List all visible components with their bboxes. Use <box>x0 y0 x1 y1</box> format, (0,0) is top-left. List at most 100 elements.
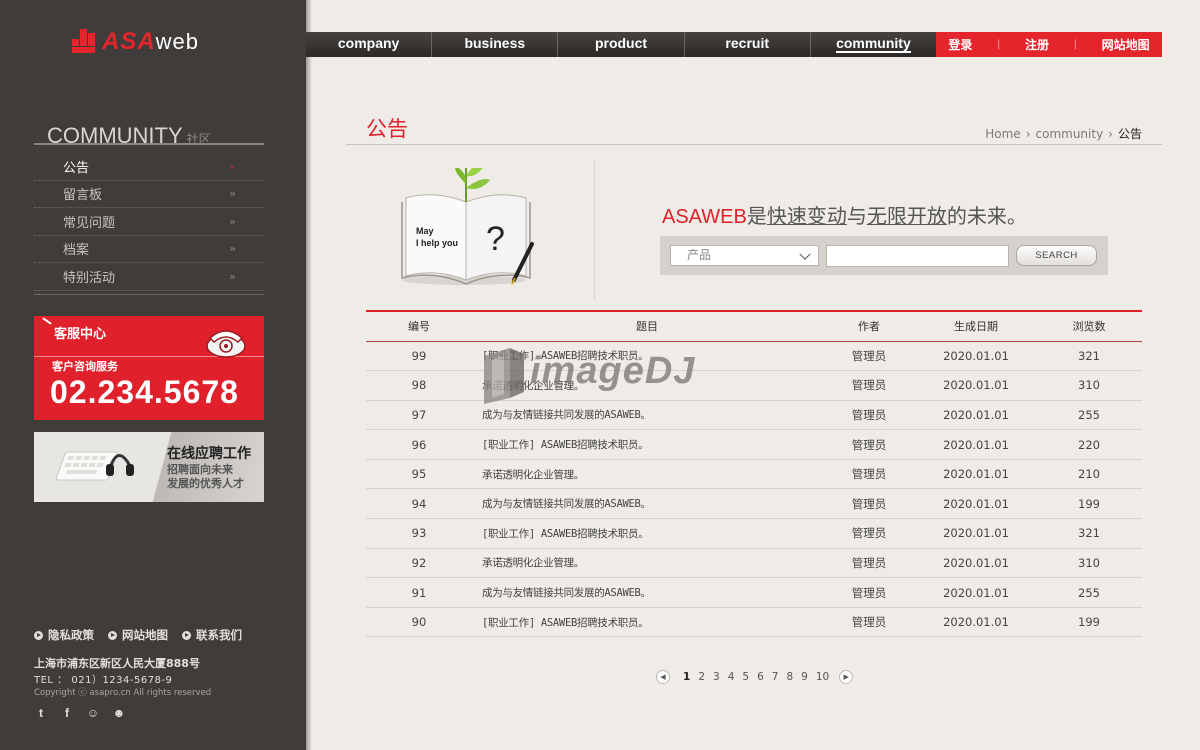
corner-mark-icon <box>42 317 52 325</box>
cell-views: 321 <box>1036 518 1142 549</box>
site-logo[interactable]: ASAweb <box>72 28 199 56</box>
robot-icon[interactable]: ☻ <box>112 706 126 720</box>
chevron-right-icon: › <box>229 159 234 173</box>
search-button[interactable]: SEARCH <box>1016 245 1097 266</box>
register-link[interactable]: 注册 <box>1025 36 1049 53</box>
chat-icon[interactable]: ☺ <box>86 706 100 720</box>
footer-tel: TEL ： 021）1234-5678-9 <box>34 675 173 686</box>
nav-item-0[interactable]: company <box>306 32 433 57</box>
table-row[interactable]: 98 承诺透明化企业管理。 管理员 2020.01.01 310 <box>366 370 1142 401</box>
page-number[interactable]: 3 <box>709 671 724 683</box>
breadcrumb-home[interactable]: Home <box>985 127 1020 141</box>
double-chevron-right-icon: ›› <box>229 187 236 201</box>
table-row[interactable]: 90 [职业工作] ASAWEB招聘技术职员。 管理员 2020.01.01 199 <box>366 607 1142 638</box>
login-link[interactable]: 登录 <box>948 36 972 53</box>
nav-item-2[interactable]: product <box>558 32 685 57</box>
page-number[interactable]: 8 <box>782 671 797 683</box>
nav-item-label: business <box>464 35 526 51</box>
customer-service-banner[interactable]: 客服中心 客户咨询服务 02.234.5678 <box>34 316 264 420</box>
cell-date: 2020.01.01 <box>916 459 1036 490</box>
nav-item-label: community <box>836 35 911 53</box>
cell-author: 管理员 <box>822 400 916 431</box>
sidebar-menu: 公告 › 留言板 ›› 常见问题 ›› 档案 ›› 特别活动 ›› <box>34 153 264 291</box>
title-divider <box>346 144 1162 145</box>
breadcrumb: Home › community › 公告 <box>985 125 1142 142</box>
cell-title[interactable]: 承诺透明化企业管理。 <box>472 459 822 490</box>
sidebar-item-1[interactable]: 留言板 ›› <box>34 181 264 208</box>
footer-address: 上海市浦东区新区人民大厦888号 <box>34 657 200 670</box>
customer-service-title: 客服中心 <box>54 327 107 342</box>
cell-date: 2020.01.01 <box>916 370 1036 401</box>
sidebar-item-3[interactable]: 档案 ›› <box>34 236 264 263</box>
cell-date: 2020.01.01 <box>916 577 1036 608</box>
search-input[interactable] <box>826 245 1009 267</box>
nav-item-label: recruit <box>725 35 769 51</box>
nav-item-label: company <box>337 35 400 51</box>
sidebar-item-4[interactable]: 特别活动 ›› <box>34 263 264 291</box>
col-header-number: 编号 <box>366 311 472 342</box>
page-number[interactable]: 6 <box>753 671 768 683</box>
facebook-icon[interactable]: f <box>60 706 74 720</box>
nav-separator: | <box>996 39 1001 50</box>
category-select[interactable]: 产品 <box>670 245 819 266</box>
page-number[interactable]: 9 <box>797 671 812 683</box>
cell-author: 管理员 <box>822 607 916 638</box>
footer-link-contact[interactable]: 联系我们 <box>182 627 242 643</box>
footer-link-sitemap[interactable]: 网站地图 <box>108 627 168 643</box>
cell-title[interactable]: 承诺透明化企业管理。 <box>472 370 822 401</box>
nav-item-1[interactable]: business <box>432 32 559 57</box>
hero-divider <box>594 160 595 300</box>
page-number[interactable]: 2 <box>694 671 709 683</box>
cell-number: 97 <box>366 400 472 431</box>
cell-title[interactable]: 成为与友情链接共同发展的ASAWEB。 <box>472 400 822 431</box>
cell-number: 90 <box>366 607 472 638</box>
col-header-date: 生成日期 <box>916 311 1036 342</box>
nav-item-4[interactable]: community <box>811 32 936 57</box>
cell-date: 2020.01.01 <box>916 548 1036 579</box>
cell-title[interactable]: [职业工作] ASAWEB招聘技术职员。 <box>472 341 822 372</box>
table-row[interactable]: 96 [职业工作] ASAWEB招聘技术职员。 管理员 2020.01.01 220 <box>366 429 1142 460</box>
job-banner-line1: 招聘面向未来 <box>167 463 233 476</box>
cell-title[interactable]: 成为与友情链接共同发展的ASAWEB。 <box>472 577 822 608</box>
sidebar-item-2[interactable]: 常见问题 ›› <box>34 208 264 236</box>
table-row[interactable]: 94 成为与友情链接共同发展的ASAWEB。 管理员 2020.01.01 199 <box>366 488 1142 520</box>
slogan-part: 的未来。 <box>946 204 1027 228</box>
sitemap-link[interactable]: 网站地图 <box>1102 36 1150 53</box>
cell-views: 310 <box>1036 370 1142 401</box>
arrow-bullet-icon <box>108 630 117 640</box>
job-banner[interactable]: 在线应聘工作 招聘面向未来 发展的优秀人才 <box>34 432 264 502</box>
customer-service-subtitle: 客户咨询服务 <box>52 360 118 373</box>
nav-item-3[interactable]: recruit <box>685 32 811 57</box>
cell-views: 220 <box>1036 429 1142 460</box>
table-row[interactable]: 99 [职业工作] ASAWEB招聘技术职员。 管理员 2020.01.01 321 <box>366 341 1142 372</box>
double-chevron-right-icon: ›› <box>229 242 236 256</box>
next-page-button[interactable]: ▶ <box>839 670 854 684</box>
prev-page-button[interactable]: ◀ <box>656 670 670 684</box>
cell-number: 98 <box>366 370 472 401</box>
table-row[interactable]: 91 成为与友情链接共同发展的ASAWEB。 管理员 2020.01.01 255 <box>366 577 1142 608</box>
page-number[interactable]: 5 <box>738 671 753 683</box>
cell-views: 199 <box>1036 607 1142 638</box>
breadcrumb-community[interactable]: community <box>1036 127 1104 141</box>
cell-date: 2020.01.01 <box>916 607 1036 638</box>
cell-title[interactable]: [职业工作] ASAWEB招聘技术职员。 <box>472 429 822 460</box>
chevron-down-icon <box>799 248 811 260</box>
footer-link-privacy[interactable]: 隐私政策 <box>34 627 94 643</box>
cell-date: 2020.01.01 <box>916 488 1036 520</box>
sidebar-item-label: 常见问题 <box>63 215 116 231</box>
twitter-icon[interactable]: t <box>34 706 48 720</box>
page-number[interactable]: 10 <box>812 671 833 683</box>
cell-title[interactable]: [职业工作] ASAWEB招聘技术职员。 <box>472 518 822 549</box>
cell-title[interactable]: [职业工作] ASAWEB招聘技术职员。 <box>472 607 822 638</box>
sidebar-item-0[interactable]: 公告 › <box>34 153 264 181</box>
cell-title[interactable]: 成为与友情链接共同发展的ASAWEB。 <box>472 488 822 520</box>
page-number[interactable]: 1 <box>679 671 694 683</box>
page-number[interactable]: 4 <box>724 671 739 683</box>
table-row[interactable]: 93 [职业工作] ASAWEB招聘技术职员。 管理员 2020.01.01 321 <box>366 518 1142 549</box>
table-row[interactable]: 97 成为与友情链接共同发展的ASAWEB。 管理员 2020.01.01 255 <box>366 400 1142 431</box>
sidebar-title-divider <box>34 143 264 145</box>
cell-title[interactable]: 承诺透明化企业管理。 <box>472 548 822 579</box>
page-number[interactable]: 7 <box>768 671 783 683</box>
table-row[interactable]: 95 承诺透明化企业管理。 管理员 2020.01.01 210 <box>366 459 1142 490</box>
table-row[interactable]: 92 承诺透明化企业管理。 管理员 2020.01.01 310 <box>366 548 1142 579</box>
